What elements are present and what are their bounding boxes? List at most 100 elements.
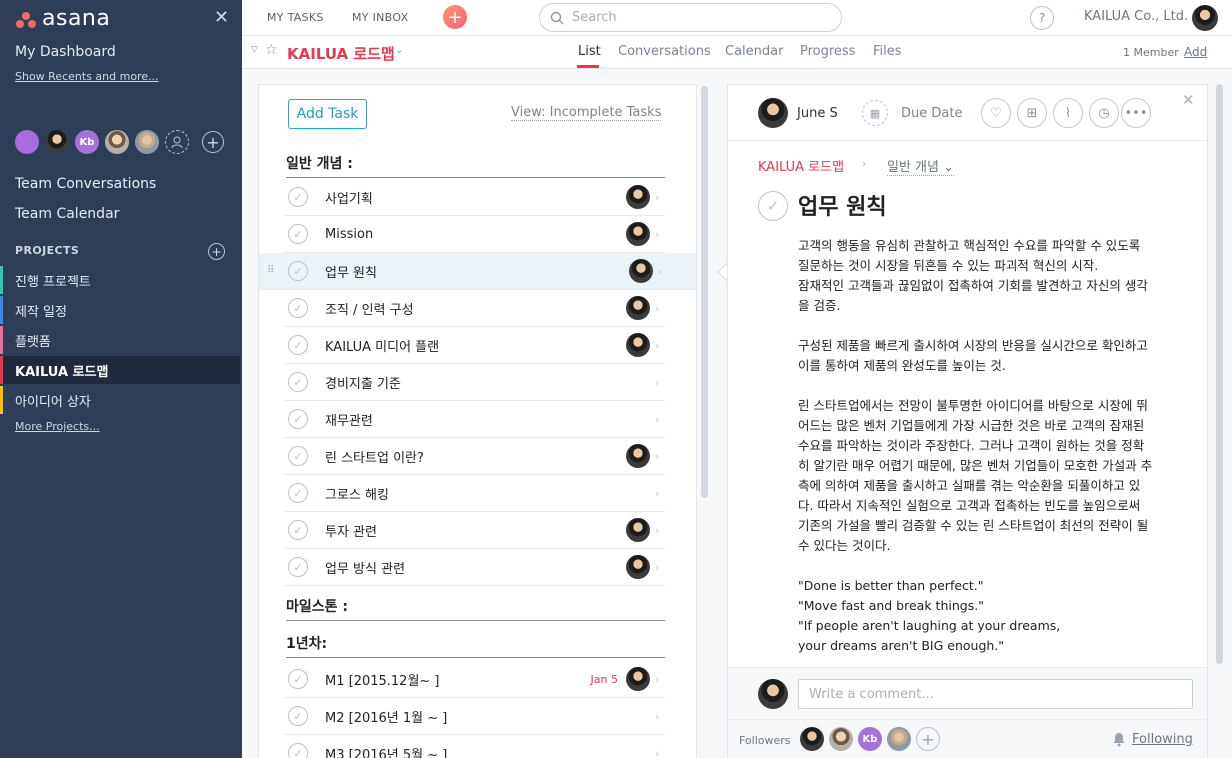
assignee-avatar[interactable] bbox=[626, 555, 650, 579]
task-name[interactable]: 업무 원칙 bbox=[325, 262, 629, 281]
close-icon[interactable]: ✕ bbox=[1182, 91, 1195, 109]
add-member-link[interactable]: Add bbox=[1184, 45, 1207, 59]
sidebar-item-project[interactable]: 제작 일정 bbox=[0, 296, 240, 324]
avatar[interactable] bbox=[800, 727, 824, 751]
subtask-icon[interactable]: ⊞ bbox=[1017, 98, 1047, 128]
sidebar-item-project[interactable]: 플랫폼 bbox=[0, 326, 240, 354]
detail-scrollbar[interactable] bbox=[1216, 84, 1223, 664]
complete-check-icon[interactable]: ✓ bbox=[288, 483, 308, 503]
task-row[interactable]: ✓ M3 [2016년 5월 ~ ] › bbox=[284, 735, 665, 758]
task-name[interactable]: 경비지출 기준 bbox=[325, 373, 652, 392]
member-count[interactable]: 1 Member bbox=[1123, 46, 1179, 59]
complete-check-icon[interactable]: ✓ bbox=[288, 261, 308, 281]
add-project-button[interactable]: + bbox=[208, 243, 225, 260]
avatar[interactable]: Kb bbox=[858, 727, 882, 751]
help-button[interactable]: ? bbox=[1030, 6, 1054, 30]
task-row[interactable]: ✓ 조직 / 인력 구성 › bbox=[284, 290, 665, 327]
view-filter-dropdown[interactable]: View: Incomplete Tasks bbox=[511, 105, 662, 121]
task-row[interactable]: ✓ KAILUA 미디어 플랜 › bbox=[284, 327, 665, 364]
star-icon[interactable]: ☆ bbox=[265, 42, 278, 58]
avatar[interactable] bbox=[105, 130, 129, 154]
assignee-avatar[interactable] bbox=[626, 222, 650, 246]
task-name[interactable]: 재무관련 bbox=[325, 410, 652, 429]
list-scrollbar[interactable] bbox=[701, 86, 708, 498]
complete-check-icon[interactable]: ✓ bbox=[288, 669, 308, 689]
avatar[interactable] bbox=[45, 130, 69, 154]
add-task-button[interactable]: Add Task bbox=[288, 99, 367, 129]
my-tasks-link[interactable]: MY TASKS bbox=[267, 11, 324, 24]
complete-check-icon[interactable]: ✓ bbox=[288, 335, 308, 355]
avatar[interactable] bbox=[887, 727, 911, 751]
timer-icon[interactable]: ◷ bbox=[1089, 98, 1119, 128]
complete-check-icon[interactable]: ✓ bbox=[288, 557, 308, 577]
complete-check-icon[interactable]: ✓ bbox=[288, 372, 308, 392]
section-header[interactable]: 일반 개념 : bbox=[286, 153, 665, 178]
assignee-avatar[interactable] bbox=[626, 518, 650, 542]
task-name[interactable]: KAILUA 미디어 플랜 bbox=[325, 336, 626, 355]
task-row-selected[interactable]: ⠿ ✓ 업무 원칙 › bbox=[259, 253, 696, 290]
task-name[interactable]: 투자 관련 bbox=[325, 521, 626, 540]
assignee-avatar[interactable] bbox=[626, 333, 650, 357]
task-row[interactable]: ✓ M1 [2015.12월~ ] Jan 5 › bbox=[284, 661, 665, 698]
search-input[interactable] bbox=[572, 10, 822, 25]
more-options-icon[interactable]: ••• bbox=[1121, 98, 1151, 128]
following-toggle[interactable]: Following bbox=[1112, 732, 1193, 747]
sidebar-item-project[interactable]: 아이디어 상자 bbox=[0, 386, 240, 414]
task-name[interactable]: M2 [2016년 1월 ~ ] bbox=[325, 707, 652, 726]
section-header[interactable]: 마일스톤 : bbox=[286, 596, 665, 621]
complete-check-icon[interactable]: ✓ bbox=[288, 224, 308, 244]
team-conversations-link[interactable]: Team Conversations bbox=[15, 176, 156, 192]
close-icon[interactable]: ✕ bbox=[214, 7, 229, 28]
complete-check-icon[interactable]: ✓ bbox=[288, 743, 308, 758]
comment-input[interactable] bbox=[798, 679, 1193, 709]
task-name[interactable]: Mission bbox=[325, 227, 626, 242]
sidebar-item-project[interactable]: 진행 프로젝트 bbox=[0, 266, 240, 294]
assignee-avatar[interactable] bbox=[626, 667, 650, 691]
my-inbox-link[interactable]: MY INBOX bbox=[352, 11, 408, 24]
task-row[interactable]: ✓ M2 [2016년 1월 ~ ] › bbox=[284, 698, 665, 735]
tab-calendar[interactable]: Calendar bbox=[725, 44, 783, 59]
complete-check-icon[interactable]: ✓ bbox=[288, 520, 308, 540]
breadcrumb-project[interactable]: KAILUA 로드맵 bbox=[758, 156, 844, 175]
task-name[interactable]: M3 [2016년 5월 ~ ] bbox=[325, 744, 652, 758]
task-row[interactable]: ✓ 경비지출 기준 › bbox=[284, 364, 665, 401]
task-row[interactable]: ✓ 린 스타트업 이란? › bbox=[284, 438, 665, 475]
avatar[interactable] bbox=[15, 130, 39, 154]
heart-icon[interactable]: ♡ bbox=[981, 98, 1011, 128]
show-recents-link[interactable]: Show Recents and more... bbox=[15, 70, 159, 83]
project-title[interactable]: KAILUA 로드맵 bbox=[287, 43, 395, 64]
complete-check-icon[interactable]: ✓ bbox=[288, 187, 308, 207]
complete-check-icon[interactable]: ✓ bbox=[288, 706, 308, 726]
add-follower-button[interactable]: + bbox=[916, 727, 940, 751]
add-member-button[interactable]: + bbox=[202, 131, 224, 153]
task-name[interactable]: 사업기획 bbox=[325, 188, 626, 207]
user-avatar[interactable] bbox=[1192, 5, 1218, 31]
drag-handle-icon[interactable]: ⠿ bbox=[267, 265, 274, 276]
breadcrumb-section[interactable]: 일반 개념 ⌄ bbox=[887, 156, 955, 176]
asana-logo[interactable]: asana bbox=[15, 6, 110, 31]
complete-check-icon[interactable]: ✓ bbox=[288, 409, 308, 429]
section-header[interactable]: 1년차: bbox=[286, 633, 665, 658]
chevron-down-icon[interactable]: ⌄ bbox=[395, 45, 403, 56]
task-row[interactable]: ✓ 사업기획 › bbox=[284, 179, 665, 216]
tab-files[interactable]: Files bbox=[873, 44, 902, 59]
task-row[interactable]: ✓ 업무 방식 관련 › bbox=[284, 549, 665, 586]
task-row[interactable]: ✓ 투자 관련 › bbox=[284, 512, 665, 549]
task-row[interactable]: ✓ Mission › bbox=[284, 216, 665, 253]
complete-check-icon[interactable]: ✓ bbox=[288, 298, 308, 318]
assignee-avatar[interactable] bbox=[626, 296, 650, 320]
tab-conversations[interactable]: Conversations bbox=[618, 44, 711, 59]
tab-list[interactable]: List bbox=[578, 44, 601, 59]
avatar[interactable]: Kb bbox=[75, 130, 99, 154]
task-name[interactable]: 린 스타트업 이란? bbox=[325, 447, 626, 466]
avatar[interactable] bbox=[829, 727, 853, 751]
assignee-field[interactable]: June S bbox=[758, 98, 838, 128]
organization-name[interactable]: KAILUA Co., Ltd. bbox=[1084, 9, 1188, 24]
assignee-avatar[interactable] bbox=[626, 444, 650, 468]
tab-progress[interactable]: Progress bbox=[800, 44, 855, 59]
task-description[interactable]: 고객의 행동을 유심히 관찰하고 핵심적인 수요를 파악할 수 있도록 질문하는… bbox=[798, 236, 1174, 676]
task-name[interactable]: 그로스 해킹 bbox=[325, 484, 652, 503]
due-date-field[interactable]: ▦ Due Date bbox=[862, 100, 962, 126]
complete-check-icon[interactable]: ✓ bbox=[288, 446, 308, 466]
collapse-chevron-icon[interactable]: ▽ bbox=[251, 45, 258, 55]
